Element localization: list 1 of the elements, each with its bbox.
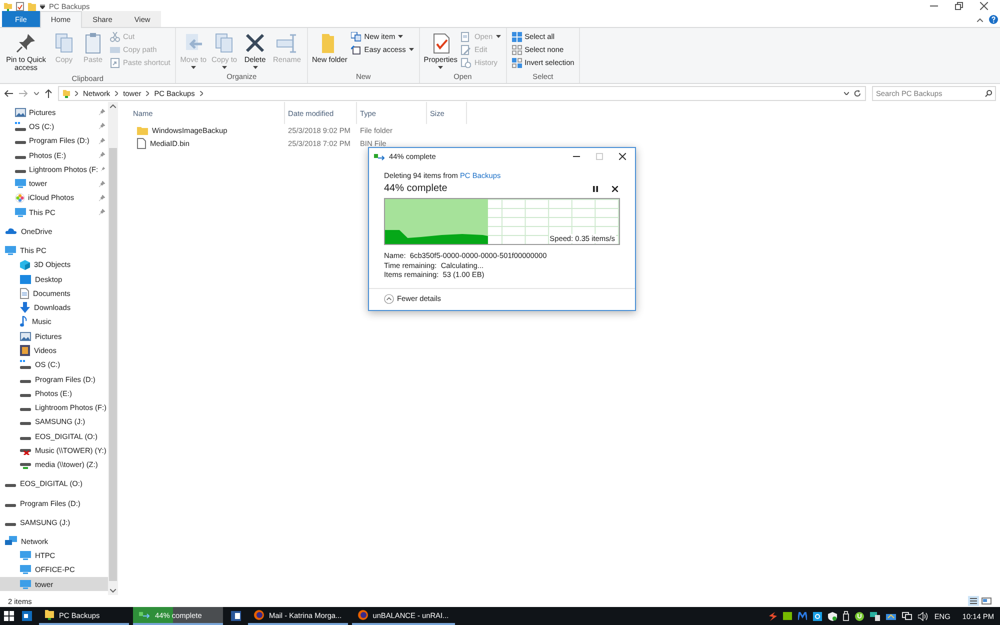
progress-heading: 44% complete (384, 183, 448, 194)
